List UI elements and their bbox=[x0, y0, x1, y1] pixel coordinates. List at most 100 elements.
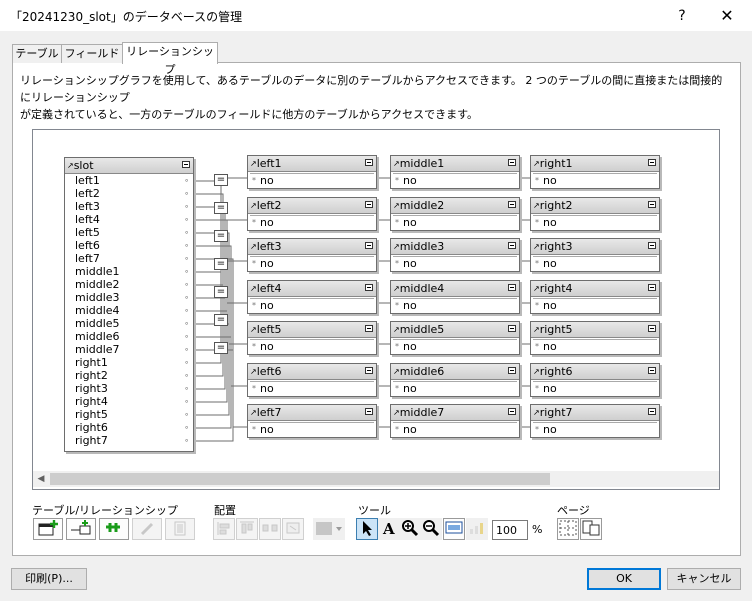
table-header[interactable]: ↗right4 bbox=[531, 281, 659, 297]
table-header[interactable]: ↗left1 bbox=[248, 156, 376, 172]
pointer-tool-button[interactable] bbox=[356, 518, 378, 540]
collapse-icon[interactable] bbox=[508, 367, 516, 374]
table-header[interactable]: ↗middle1 bbox=[391, 156, 519, 172]
table-header[interactable]: ↗left6 bbox=[248, 364, 376, 380]
table-occurrence-right7[interactable]: ↗right7 * no bbox=[530, 404, 660, 438]
slot-field-right1[interactable]: right1 ∘ bbox=[65, 356, 193, 369]
scroll-right-icon[interactable]: ▶ bbox=[719, 471, 720, 487]
table-header[interactable]: ↗middle3 bbox=[391, 239, 519, 255]
collapse-icon[interactable] bbox=[648, 367, 656, 374]
table-header[interactable]: ↗middle7 bbox=[391, 405, 519, 421]
collapse-icon[interactable] bbox=[648, 284, 656, 291]
relationship-operator[interactable]: = bbox=[214, 230, 228, 242]
table-occurrence-left3[interactable]: ↗left3 * no bbox=[247, 238, 377, 272]
slot-field-middle7[interactable]: middle7 ∘ bbox=[65, 343, 193, 356]
field-no[interactable]: * no bbox=[250, 339, 374, 353]
relationship-operator[interactable]: = bbox=[214, 342, 228, 354]
table-header[interactable]: ↗left5 bbox=[248, 322, 376, 338]
table-header[interactable]: ↗right2 bbox=[531, 198, 659, 214]
table-occurrence-right4[interactable]: ↗right4 * no bbox=[530, 280, 660, 314]
page-setup-button[interactable] bbox=[580, 518, 602, 540]
help-button[interactable]: ? bbox=[668, 4, 696, 28]
zoom-out-button[interactable] bbox=[420, 518, 442, 540]
relationship-operator[interactable]: = bbox=[214, 202, 228, 214]
relationship-operator[interactable]: = bbox=[214, 174, 228, 186]
relationship-operator[interactable]: = bbox=[214, 286, 228, 298]
table-occurrence-left5[interactable]: ↗left5 * no bbox=[247, 321, 377, 355]
table-header[interactable]: ↗middle5 bbox=[391, 322, 519, 338]
collapse-icon[interactable] bbox=[365, 408, 373, 415]
slot-field-right2[interactable]: right2 ∘ bbox=[65, 369, 193, 382]
color-picker[interactable] bbox=[313, 518, 345, 540]
relationship-operator[interactable]: = bbox=[214, 258, 228, 270]
slot-field-middle1[interactable]: middle1 ∘ bbox=[65, 265, 193, 278]
slot-field-left5[interactable]: left5 ∘ bbox=[65, 226, 193, 239]
table-header[interactable]: ↗right6 bbox=[531, 364, 659, 380]
table-header[interactable]: ↗right7 bbox=[531, 405, 659, 421]
collapse-icon[interactable] bbox=[648, 325, 656, 332]
slot-field-left7[interactable]: left7 ∘ bbox=[65, 252, 193, 265]
table-header[interactable]: ↗middle6 bbox=[391, 364, 519, 380]
field-no[interactable]: * no bbox=[533, 298, 657, 312]
field-no[interactable]: * no bbox=[393, 339, 517, 353]
collapse-icon[interactable] bbox=[365, 201, 373, 208]
collapse-icon[interactable] bbox=[182, 161, 190, 168]
delete-button[interactable] bbox=[165, 518, 195, 540]
collapse-icon[interactable] bbox=[508, 201, 516, 208]
table-occurrence-left4[interactable]: ↗left4 * no bbox=[247, 280, 377, 314]
table-occurrence-middle3[interactable]: ↗middle3 * no bbox=[390, 238, 520, 272]
field-no[interactable]: * no bbox=[250, 381, 374, 395]
table-occurrence-middle2[interactable]: ↗middle2 * no bbox=[390, 197, 520, 231]
view-button[interactable] bbox=[443, 518, 465, 540]
table-occurrence-left7[interactable]: ↗left7 * no bbox=[247, 404, 377, 438]
add-relationship-button[interactable] bbox=[66, 518, 96, 540]
slot-field-left6[interactable]: left6 ∘ bbox=[65, 239, 193, 252]
collapse-icon[interactable] bbox=[365, 159, 373, 166]
edit-button[interactable] bbox=[132, 518, 162, 540]
horizontal-scroll-thumb[interactable] bbox=[50, 473, 550, 485]
table-occurrence-middle1[interactable]: ↗middle1 * no bbox=[390, 155, 520, 189]
table-header[interactable]: ↗left2 bbox=[248, 198, 376, 214]
duplicate-button[interactable] bbox=[99, 518, 129, 540]
table-occurrence-left1[interactable]: ↗left1 * no bbox=[247, 155, 377, 189]
add-table-button[interactable] bbox=[33, 518, 63, 540]
field-no[interactable]: * no bbox=[533, 381, 657, 395]
field-no[interactable]: * no bbox=[393, 381, 517, 395]
table-occurrence-right5[interactable]: ↗right5 * no bbox=[530, 321, 660, 355]
tab-fields[interactable]: フィールド bbox=[61, 44, 123, 63]
slot-field-right3[interactable]: right3 ∘ bbox=[65, 382, 193, 395]
field-no[interactable]: * no bbox=[250, 215, 374, 229]
collapse-icon[interactable] bbox=[648, 159, 656, 166]
table-header-slot[interactable]: ↗slot bbox=[65, 158, 193, 174]
collapse-icon[interactable] bbox=[648, 201, 656, 208]
table-occurrence-middle7[interactable]: ↗middle7 * no bbox=[390, 404, 520, 438]
table-occurrence-middle6[interactable]: ↗middle6 * no bbox=[390, 363, 520, 397]
table-header[interactable]: ↗right3 bbox=[531, 239, 659, 255]
table-header[interactable]: ↗middle4 bbox=[391, 281, 519, 297]
collapse-icon[interactable] bbox=[365, 367, 373, 374]
table-occurrence-left6[interactable]: ↗left6 * no bbox=[247, 363, 377, 397]
field-no[interactable]: * no bbox=[393, 298, 517, 312]
slot-field-middle4[interactable]: middle4 ∘ bbox=[65, 304, 193, 317]
field-no[interactable]: * no bbox=[533, 215, 657, 229]
table-header[interactable]: ↗left7 bbox=[248, 405, 376, 421]
slot-field-right5[interactable]: right5 ∘ bbox=[65, 408, 193, 421]
field-no[interactable]: * no bbox=[250, 173, 374, 187]
align-left-button[interactable] bbox=[213, 518, 235, 540]
table-occurrence-right2[interactable]: ↗right2 * no bbox=[530, 197, 660, 231]
table-header[interactable]: ↗right1 bbox=[531, 156, 659, 172]
field-no[interactable]: * no bbox=[250, 422, 374, 436]
field-no[interactable]: * no bbox=[393, 215, 517, 229]
horizontal-scrollbar[interactable]: ◀ ▶ bbox=[33, 471, 720, 487]
page-breaks-button[interactable] bbox=[557, 518, 579, 540]
tab-tables[interactable]: テーブル bbox=[12, 44, 62, 63]
zoom-in-button[interactable] bbox=[399, 518, 421, 540]
field-no[interactable]: * no bbox=[533, 422, 657, 436]
collapse-icon[interactable] bbox=[508, 325, 516, 332]
scroll-left-icon[interactable]: ◀ bbox=[33, 471, 49, 487]
collapse-icon[interactable] bbox=[648, 408, 656, 415]
slot-field-right4[interactable]: right4 ∘ bbox=[65, 395, 193, 408]
collapse-icon[interactable] bbox=[508, 159, 516, 166]
collapse-icon[interactable] bbox=[508, 242, 516, 249]
field-no[interactable]: * no bbox=[250, 298, 374, 312]
